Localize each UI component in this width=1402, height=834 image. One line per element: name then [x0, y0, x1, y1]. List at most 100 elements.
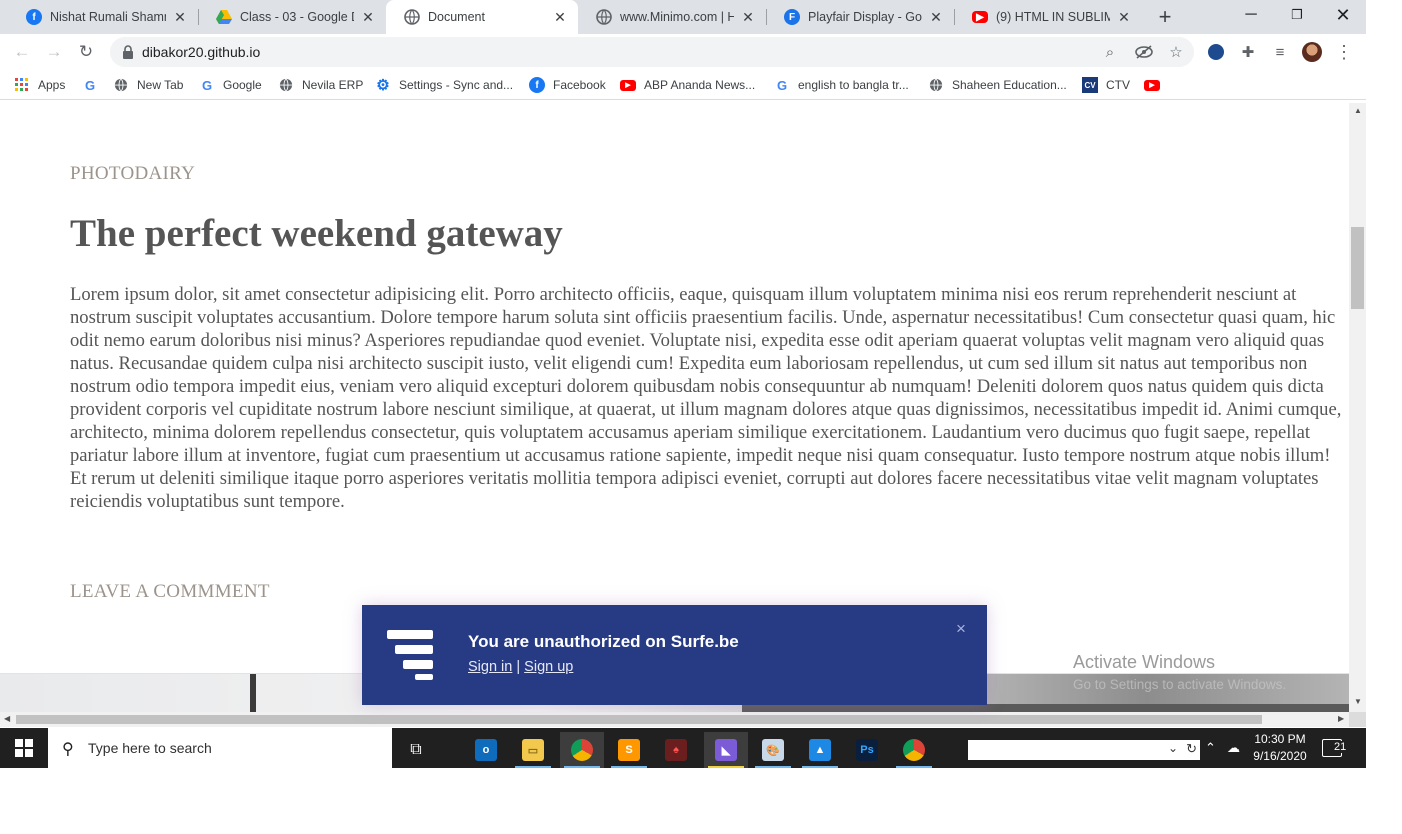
notifications-icon[interactable]: 21 [1322, 728, 1349, 768]
sign-in-link[interactable]: Sign in [468, 659, 512, 675]
scroll-up-icon[interactable]: ▲ [1354, 106, 1362, 115]
onedrive-icon[interactable]: ☁ [1227, 728, 1240, 768]
bookmark-google[interactable]: G Google [199, 76, 262, 94]
minimize-button[interactable]: ─ [1228, 0, 1274, 30]
windows-taskbar: ⚲ Type here to search ⧉ o ▭ S ♠ ◣ 🎨 ▲ Ps… [0, 728, 1366, 768]
page-title: The perfect weekend gateway [70, 212, 563, 255]
article-body: Lorem ipsum dolor, sit amet consectetur … [70, 284, 1342, 512]
page-kicker: PHOTODAIRY [70, 163, 196, 184]
screen: f Nishat Rumali Shammy ✕ Class - 03 - Go… [0, 0, 1366, 768]
media-queue-icon[interactable]: ≡ [1270, 42, 1290, 62]
visual-studio-icon[interactable]: ◣ [704, 732, 748, 768]
outlook-icon[interactable]: o [464, 732, 508, 768]
sublime-text-icon[interactable]: S [607, 732, 651, 768]
activate-windows-title: Activate Windows [1073, 652, 1216, 672]
comment-heading: LEAVE A COMMMENT [70, 581, 270, 602]
extension-icon[interactable] [1206, 42, 1226, 62]
scrollbar-corner [1349, 712, 1366, 727]
scroll-right-icon[interactable]: ▶ [1338, 714, 1344, 723]
bookmark-label: Shaheen Education... [952, 78, 1067, 92]
scroll-down-icon[interactable]: ▼ [1354, 697, 1362, 706]
youtube-icon: ▶ [972, 11, 988, 23]
close-icon[interactable]: ✕ [928, 9, 944, 25]
url-text[interactable]: dibakor20.github.io [142, 44, 260, 60]
close-icon[interactable]: ✕ [740, 9, 756, 25]
back-button[interactable]: ← [10, 40, 34, 64]
avatar[interactable] [1302, 42, 1322, 62]
refresh-icon[interactable]: ↻ [1186, 741, 1197, 757]
chrome-profile-icon[interactable] [892, 732, 936, 768]
zoom-icon[interactable]: ⌕ [1100, 42, 1120, 62]
new-tab-button[interactable]: + [1153, 4, 1177, 29]
scrollbar-thumb[interactable] [16, 715, 1262, 724]
lock-icon[interactable] [120, 44, 136, 60]
surfe-popup: You are unauthorized on Surfe.be Sign in… [362, 605, 987, 705]
bookmark-label: Google [223, 78, 262, 92]
bookmark-star-icon[interactable]: ☆ [1166, 42, 1186, 62]
sign-up-link[interactable]: Sign up [524, 659, 573, 675]
bookmark-apps[interactable]: Apps [14, 76, 65, 94]
bookmark-youtube[interactable]: ▶ [1144, 76, 1168, 94]
globe-icon [404, 9, 420, 25]
facebook-icon: f [529, 77, 545, 93]
bookmark-facebook[interactable]: f Facebook [529, 76, 606, 94]
scrollbar-thumb[interactable] [1351, 227, 1364, 309]
close-icon[interactable]: × [956, 619, 966, 639]
bookmark-abp-ananda[interactable]: ▶ ABP Ananda News... [620, 76, 755, 94]
restore-button[interactable]: ❐ [1274, 0, 1320, 30]
toolbar-address-input[interactable]: ⌄ ↻ [968, 740, 1200, 760]
tab-title: Document [428, 10, 485, 24]
vertical-scrollbar[interactable]: ▲ ▼ [1349, 103, 1366, 712]
system-clock[interactable]: 10:30 PM 9/16/2020 [1252, 731, 1308, 765]
tab-title: www.Minimo.com | Hor [620, 10, 734, 24]
bookmark-label: Nevila ERP [302, 78, 364, 92]
address-bar[interactable]: dibakor20.github.io ⌕ ☆ [110, 37, 1194, 67]
close-icon[interactable]: ✕ [172, 9, 188, 25]
file-explorer-icon[interactable]: ▭ [511, 732, 555, 768]
windows-start-icon[interactable] [0, 728, 48, 768]
tab-minimo[interactable]: www.Minimo.com | Hor ✕ [578, 0, 766, 34]
bookmark-shaheen[interactable]: Shaheen Education... [928, 76, 1067, 94]
tab-youtube[interactable]: ▶ (9) HTML IN SUBLIME | ✕ [954, 0, 1142, 34]
tab-facebook[interactable]: f Nishat Rumali Shammy ✕ [8, 0, 198, 34]
close-icon[interactable]: ✕ [1116, 9, 1132, 25]
bookmark-settings[interactable]: ⚙ Settings - Sync and... [375, 76, 513, 94]
eye-off-icon[interactable] [1134, 42, 1154, 62]
bookmark-label: Settings - Sync and... [399, 78, 514, 92]
photos-icon[interactable]: ▲ [798, 732, 842, 768]
horizontal-scrollbar[interactable]: ◀ ▶ [0, 712, 1349, 727]
reload-button[interactable]: ↻ [74, 40, 98, 64]
app-icon[interactable]: ♠ [654, 732, 698, 768]
chevron-down-icon[interactable]: ⌄ [1168, 741, 1178, 755]
facebook-icon: f [26, 9, 42, 25]
taskbar-search[interactable]: ⚲ Type here to search [48, 728, 392, 768]
bookmark-translate[interactable]: G english to bangla tr... [774, 76, 909, 94]
bookmark-ctv[interactable]: CV CTV [1082, 76, 1130, 94]
tab-document[interactable]: Document ✕ [386, 0, 578, 34]
globe-icon [596, 9, 612, 25]
bookmark-nevila[interactable]: Nevila ERP [278, 76, 363, 94]
bookmark-google-g[interactable]: G [82, 76, 106, 94]
task-view-icon[interactable]: ⧉ [394, 732, 438, 768]
menu-icon[interactable]: ⋮ [1334, 42, 1354, 62]
apps-grid-icon [14, 77, 30, 93]
chrome-icon[interactable] [560, 732, 604, 768]
tab-playfair[interactable]: F Playfair Display - Googl ✕ [766, 0, 954, 34]
tab-google-drive[interactable]: Class - 03 - Google Driv ✕ [198, 0, 386, 34]
paint-icon[interactable]: 🎨 [751, 732, 795, 768]
google-icon: G [776, 77, 788, 93]
puzzle-icon[interactable]: ✚ [1238, 42, 1258, 62]
scroll-left-icon[interactable]: ◀ [4, 714, 10, 723]
link-separator: | [512, 659, 525, 675]
bookmark-new-tab[interactable]: New Tab [113, 76, 183, 94]
close-window-button[interactable]: ✕ [1320, 0, 1366, 30]
tray-chevron-icon[interactable]: ⌃ [1205, 728, 1216, 768]
photoshop-icon[interactable]: Ps [845, 732, 889, 768]
bookmark-label: Apps [38, 78, 66, 92]
close-icon[interactable]: ✕ [552, 9, 568, 25]
notification-count: 21 [1332, 741, 1349, 753]
close-icon[interactable]: ✕ [360, 9, 376, 25]
forward-button[interactable]: → [42, 40, 66, 64]
globe-icon [928, 77, 944, 93]
clock-date: 9/16/2020 [1253, 749, 1307, 763]
